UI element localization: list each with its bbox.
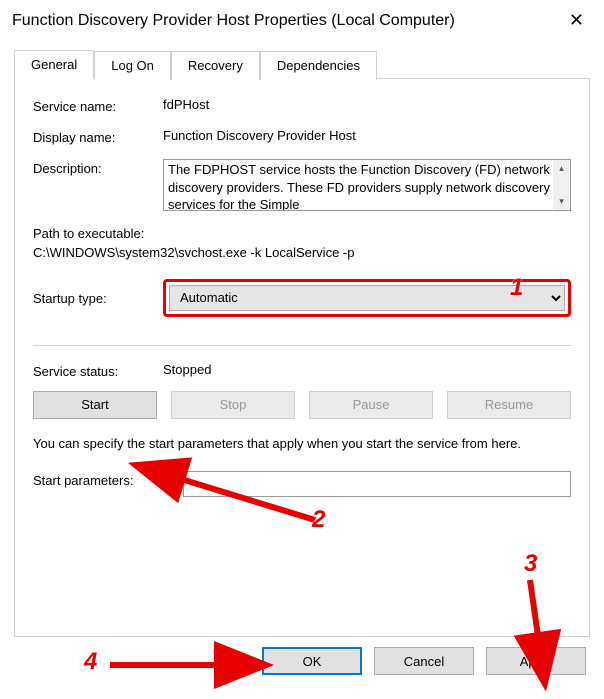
title-bar: Function Discovery Provider Host Propert…: [0, 0, 604, 37]
general-panel: Service name: fdPHost Display name: Func…: [14, 79, 590, 637]
ok-button[interactable]: OK: [262, 647, 362, 675]
cancel-button[interactable]: Cancel: [374, 647, 474, 675]
tab-general[interactable]: General: [14, 50, 94, 79]
window-title: Function Discovery Provider Host Propert…: [12, 12, 455, 30]
startup-type-select[interactable]: Automatic (Delayed Start)AutomaticManual…: [169, 285, 565, 311]
service-control-buttons: Start Stop Pause Resume: [33, 391, 571, 419]
start-button[interactable]: Start: [33, 391, 157, 419]
startup-type-highlight: Automatic (Delayed Start)AutomaticManual…: [163, 279, 571, 317]
service-name-label: Service name:: [33, 97, 163, 114]
description-label: Description:: [33, 159, 163, 211]
dialog-footer: OK Cancel Apply: [0, 637, 604, 675]
pause-button: Pause: [309, 391, 433, 419]
apply-button[interactable]: Apply: [486, 647, 586, 675]
display-name-label: Display name:: [33, 128, 163, 145]
tab-dependencies[interactable]: Dependencies: [260, 51, 377, 80]
tab-strip: General Log On Recovery Dependencies: [14, 49, 590, 79]
display-name-value: Function Discovery Provider Host: [163, 128, 571, 145]
description-scrollbar[interactable]: ▴ ▾: [553, 160, 570, 210]
startup-type-label: Startup type:: [33, 289, 163, 306]
scroll-down-icon[interactable]: ▾: [553, 193, 570, 210]
scroll-up-icon[interactable]: ▴: [553, 160, 570, 177]
service-status-label: Service status:: [33, 362, 163, 379]
resume-button: Resume: [447, 391, 571, 419]
start-parameters-label: Start parameters:: [33, 471, 183, 497]
start-parameters-input[interactable]: [183, 471, 571, 497]
path-label: Path to executable:: [33, 225, 571, 244]
service-status-value: Stopped: [163, 362, 571, 379]
service-name-value: fdPHost: [163, 97, 571, 114]
executable-path: C:\WINDOWS\system32\svchost.exe -k Local…: [33, 244, 571, 263]
tab-logon[interactable]: Log On: [94, 51, 171, 80]
close-icon[interactable]: ✕: [563, 8, 590, 33]
separator: [33, 345, 571, 346]
stop-button: Stop: [171, 391, 295, 419]
description-text: The FDPHOST service hosts the Function D…: [168, 162, 550, 211]
start-param-note: You can specify the start parameters tha…: [33, 435, 571, 453]
dialog-window: Function Discovery Provider Host Propert…: [0, 0, 604, 699]
tab-recovery[interactable]: Recovery: [171, 51, 260, 80]
description-box[interactable]: The FDPHOST service hosts the Function D…: [163, 159, 571, 211]
